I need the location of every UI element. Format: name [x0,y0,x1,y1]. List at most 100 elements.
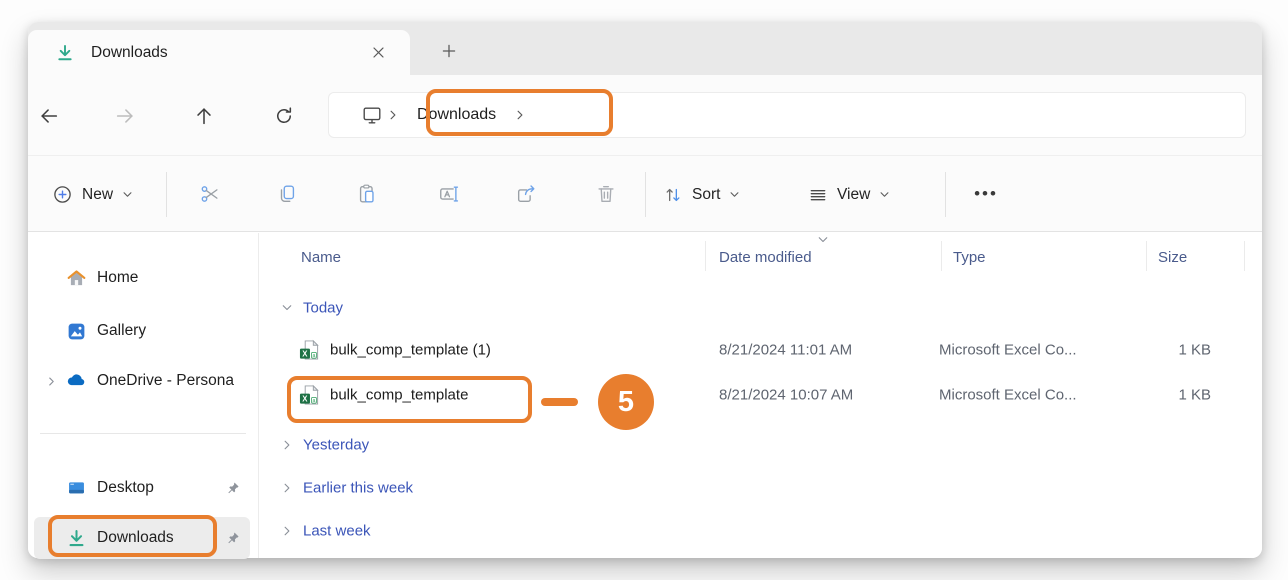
divider [941,241,942,271]
file-date-modified: 8/21/2024 10:07 AM [719,386,853,403]
sidebar-item-home[interactable]: Home [34,257,250,299]
chevron-right-icon[interactable] [281,525,293,537]
file-name[interactable]: bulk_comp_template [330,386,468,403]
copy-icon [276,183,298,205]
tab-bar: Downloads [28,22,1262,75]
chevron-down-icon [122,189,133,200]
download-icon [55,43,75,63]
column-headers: Name Date modified Type Size [259,233,1262,281]
file-row-bulk-comp-template-1[interactable]: a X bulk_comp_template (1) 8/21/2024 11:… [259,327,1262,372]
group-header-today[interactable]: Today [259,289,1262,327]
file-row-bulk-comp-template[interactable]: a X bulk_comp_template 8/21/2024 10:07 A… [259,372,1262,417]
chevron-down-icon[interactable] [281,302,293,314]
new-button-label: New [82,186,113,204]
column-header-name[interactable]: Name [301,249,341,266]
onedrive-cloud-icon [64,370,88,392]
new-button[interactable]: New [42,176,143,213]
breadcrumb-segment-downloads[interactable]: Downloads [417,106,496,124]
group-label: Yesterday [303,437,369,454]
sort-button-label: Sort [692,186,720,204]
column-header-date-modified[interactable]: Date modified [719,249,812,266]
tab-label: Downloads [91,44,364,62]
excel-csv-file-icon: a X [299,339,320,360]
delete-button[interactable] [586,174,626,214]
gallery-icon [64,321,88,342]
share-icon [515,183,537,205]
column-header-size[interactable]: Size [1158,249,1187,266]
tab-downloads[interactable]: Downloads [28,30,410,75]
file-type: Microsoft Excel Co... [939,341,1077,358]
divider [945,172,946,217]
cut-button[interactable] [190,174,230,214]
sidebar-item-desktop[interactable]: Desktop [34,467,250,509]
trash-icon [595,183,617,205]
back-button[interactable] [32,99,66,133]
group-header-yesterday[interactable]: Yesterday [259,426,1262,464]
up-button[interactable] [187,99,221,133]
group-label: Today [303,300,343,317]
sidebar-item-gallery[interactable]: Gallery [34,310,250,352]
sidebar: Home Gallery [28,233,259,558]
content-area: Home Gallery [28,233,1262,558]
group-header-last-week[interactable]: Last week [259,512,1262,550]
sidebar-item-label: Home [97,269,250,287]
divider [40,433,246,434]
chevron-right-icon[interactable] [38,376,64,387]
navigation-bar: Downloads [28,75,1262,155]
chevron-right-icon[interactable] [281,482,293,494]
excel-csv-file-icon: a X [299,384,320,405]
screenshot-stage: Downloads [0,0,1288,580]
file-rows: Today a X [259,281,1262,550]
sidebar-item-label: Downloads [97,529,220,547]
chevron-right-icon [387,109,399,121]
sidebar-item-label: Desktop [97,479,220,497]
more-options-button[interactable]: ••• [966,174,1006,214]
new-tab-button[interactable] [432,35,466,67]
pin-icon [220,481,246,495]
file-explorer-window: Downloads [28,22,1262,558]
file-date-modified: 8/21/2024 11:01 AM [719,341,852,358]
copy-button[interactable] [267,174,307,214]
file-name[interactable]: bulk_comp_template (1) [330,341,491,358]
chevron-down-icon [729,189,740,200]
sidebar-item-downloads[interactable]: Downloads [34,517,250,559]
sort-button[interactable]: Sort [653,177,750,213]
file-type: Microsoft Excel Co... [939,386,1077,403]
divider [705,241,706,271]
view-button[interactable]: View [798,177,900,213]
sort-direction-chevron-icon [817,234,829,246]
divider [1146,241,1147,271]
forward-button[interactable] [108,99,142,133]
chevron-right-icon[interactable] [281,439,293,451]
file-size: 1 KB [1109,341,1211,358]
svg-text:X: X [302,349,308,358]
column-header-type[interactable]: Type [953,249,986,266]
chevron-down-icon [879,189,890,200]
rename-button[interactable] [429,174,469,214]
divider [1244,241,1245,271]
file-size: 1 KB [1109,386,1211,403]
group-header-earlier-this-week[interactable]: Earlier this week [259,469,1262,507]
divider [166,172,167,217]
view-button-label: View [837,186,870,204]
group-label: Last week [303,523,371,540]
this-pc-monitor-icon[interactable] [361,104,383,126]
sort-arrows-icon [663,185,683,205]
tab-close-icon[interactable] [364,39,392,67]
chevron-right-icon[interactable] [514,109,526,121]
rename-icon [438,183,460,205]
file-list: Name Date modified Type Size [259,233,1262,558]
sidebar-item-label: OneDrive - Persona [97,372,250,390]
share-button[interactable] [506,174,546,214]
refresh-button[interactable] [267,99,301,133]
download-icon [64,528,88,549]
breadcrumb[interactable]: Downloads [328,92,1246,138]
ellipsis-icon: ••• [974,184,998,204]
sidebar-item-onedrive[interactable]: OneDrive - Persona [34,360,250,402]
svg-text:X: X [302,394,308,403]
scissors-icon [199,183,221,205]
command-bar: New [28,155,1262,232]
sidebar-item-label: Gallery [97,322,250,340]
paste-button[interactable] [347,174,387,214]
plus-circle-icon [52,184,73,205]
